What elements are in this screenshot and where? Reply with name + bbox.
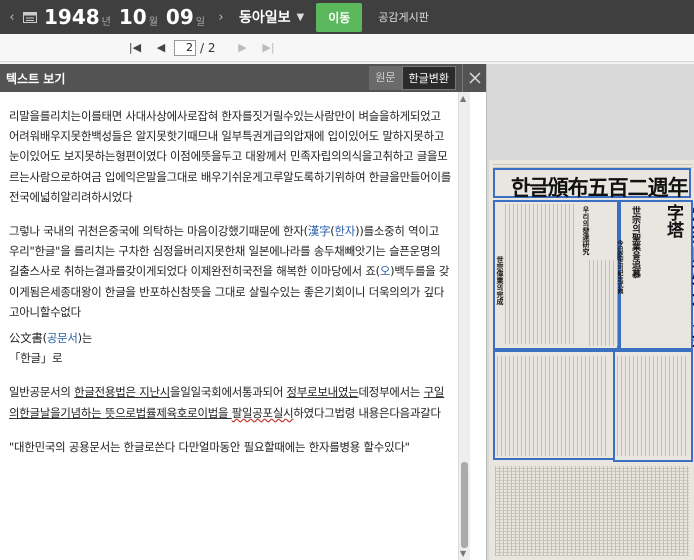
article-text-texture xyxy=(505,204,575,344)
day-value[interactable]: 09 xyxy=(166,5,194,29)
month-value[interactable]: 10 xyxy=(119,5,147,29)
scroll-down-icon[interactable]: ▼ xyxy=(460,549,466,558)
article-text-texture xyxy=(617,356,689,456)
day-unit: 일 xyxy=(195,16,205,28)
newspaper-page-image[interactable]: 한글頒布五百二週年 燦然!民族文化의金字塔 世宗의聖業을追慕 今日奕世의紀念式典… xyxy=(489,160,694,560)
side-title: 燦然!民族文化의金字塔 xyxy=(663,204,694,347)
page-total: / 2 xyxy=(200,40,216,55)
hangul-convert-tab[interactable]: 한글변환 xyxy=(401,66,456,90)
text-span: 公文書( xyxy=(9,331,47,346)
scroll-up-icon[interactable]: ▲ xyxy=(460,94,466,103)
page-navigator: |◀ ◀ 2 / 2 ▶ ▶| xyxy=(0,34,694,62)
paragraph-3: 公文書(공문서)는 xyxy=(9,328,451,348)
page-number-input[interactable]: 2 xyxy=(174,39,196,56)
newspaper-select[interactable]: 동아일보 xyxy=(239,7,291,27)
calendar-icon[interactable] xyxy=(20,10,40,24)
newspaper-headline: 한글頒布五百二週年 xyxy=(511,175,689,200)
next-page-icon[interactable]: ▶ xyxy=(230,41,256,54)
board-link[interactable]: 공감게시판 xyxy=(378,9,429,25)
paragraph-5: 일반공문서의 한글전용법은 지난시을일일국회에서통과되어 정부로보내였는데정부에… xyxy=(9,382,451,422)
hanja-reading-link[interactable]: 공문서 xyxy=(47,331,78,345)
text-span: )는 xyxy=(77,331,93,346)
column-title-1: 世宗偉業의完成 xyxy=(496,256,505,305)
article-text-texture xyxy=(495,466,689,556)
text-span: 그렇나 국내의 귀천은중국에 의탁하는 마음이강했기때문에 한자( xyxy=(9,224,308,239)
text-span: 하였다그법령 내용은다음과갈다 xyxy=(293,405,441,420)
article-text: 리말을를리치는이를태면 사대사상에사로잡혀 한자를짓거릴수있는사람만이 벼슬을하… xyxy=(9,106,451,463)
panel-title: 텍스트 보기 xyxy=(6,71,66,86)
side-subtitle: 世宗의聖業을追慕 xyxy=(630,206,640,278)
top-bar: ‹ 1948 년 10 월 09 일 › 동아일보 ▼ 이동 공감게시판 xyxy=(0,0,694,34)
text-span: 일반공문서의 xyxy=(9,385,75,400)
text-view-header: 텍스트 보기 원문 한글변환 xyxy=(0,64,486,92)
underlined-text: 정부로보내였는 xyxy=(286,385,359,400)
text-scrollbar[interactable]: ▲ ▼ xyxy=(458,92,470,560)
paragraph-6: "대한민국의 공용문서는 한글로쓴다 다만얼마동안 필요할때에는 한자를병용 할… xyxy=(9,439,410,454)
original-tab[interactable]: 원문 xyxy=(369,66,402,90)
column-title-2: 우리의發達研究 xyxy=(582,206,591,255)
article-text-texture xyxy=(589,260,619,346)
paragraph-1: 리말을를리치는이를태면 사대사상에사로잡혀 한자를짓거릴수있는사람만이 벼슬을하… xyxy=(9,109,451,204)
chevron-down-icon[interactable]: ▼ xyxy=(297,12,305,23)
hanja-reading-link[interactable]: 오 xyxy=(380,264,390,278)
month-unit: 월 xyxy=(148,16,158,28)
move-button[interactable]: 이동 xyxy=(316,2,363,32)
hanja-reading-link[interactable]: 한자 xyxy=(335,224,356,238)
newspaper-viewer[interactable]: 한글頒布五百二週年 燦然!民族文化의金字塔 世宗의聖業을追慕 今日奕世의紀念式典… xyxy=(487,64,694,560)
text-view-panel: 텍스트 보기 원문 한글변환 리말을를리치는이를태면 사대사상에사로잡혀 한자를… xyxy=(0,64,487,560)
last-page-icon[interactable]: ▶| xyxy=(256,41,282,54)
first-page-icon[interactable]: |◀ xyxy=(122,41,148,54)
prev-date-chevron-icon[interactable]: ‹ xyxy=(4,10,20,25)
paragraph-2: 그렇나 국내의 귀천은중국에 의탁하는 마음이강했기때문에 한자(漢字(한자))… xyxy=(9,221,451,322)
paragraph-4: 「한글」로 xyxy=(9,351,63,366)
text-span: 을일일국회에서통과되어 xyxy=(170,385,287,400)
next-date-chevron-icon[interactable]: › xyxy=(213,10,229,25)
year-unit: 년 xyxy=(101,16,111,28)
prev-page-icon[interactable]: ◀ xyxy=(148,41,174,54)
year-value[interactable]: 1948 xyxy=(44,5,100,29)
hanja-link[interactable]: 漢字 xyxy=(308,224,331,238)
close-icon[interactable] xyxy=(462,64,486,92)
scrollbar-thumb[interactable] xyxy=(461,462,468,548)
text-span: 데정부에서는 xyxy=(358,385,424,400)
wavy-underlined-text: 팔일공포실시 xyxy=(231,405,294,420)
underlined-text: 한글전용법은 지난시 xyxy=(74,385,171,400)
article-text-texture xyxy=(497,356,609,456)
view-mode-toggle: 원문 한글변환 xyxy=(369,66,456,90)
